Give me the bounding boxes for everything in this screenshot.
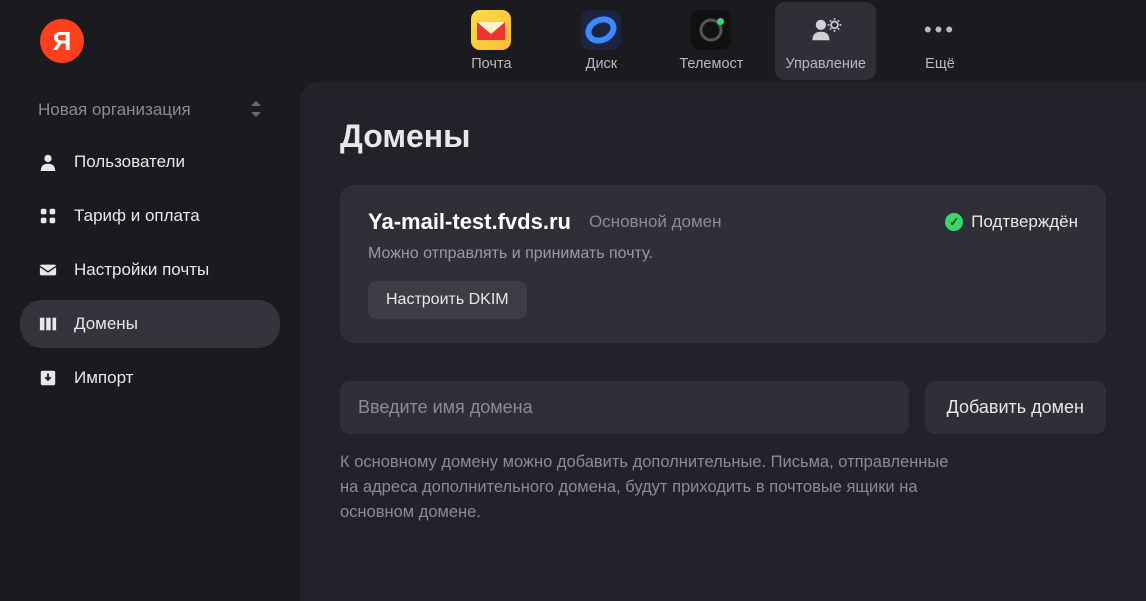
- disk-icon: [581, 10, 621, 50]
- sort-icon: [250, 101, 262, 120]
- sidebar-item-label: Тариф и оплата: [74, 206, 200, 226]
- sidebar-item-users[interactable]: Пользователи: [20, 138, 280, 186]
- sidebar-item-label: Пользователи: [74, 152, 185, 172]
- grid-icon: [38, 206, 58, 226]
- sidebar-item-import[interactable]: Импорт: [20, 354, 280, 402]
- domain-status: Подтверждён: [945, 212, 1078, 232]
- nav-apps: Почта Диск Телемост Управление ••• Ещё: [445, 2, 986, 80]
- sidebar-item-label: Домены: [74, 314, 138, 334]
- mail-icon: [471, 10, 511, 50]
- nav-more[interactable]: ••• Ещё: [894, 2, 986, 80]
- telemost-icon: [691, 10, 731, 50]
- domain-name: Ya-mail-test.fvds.ru: [368, 209, 571, 235]
- domain-card: Ya-mail-test.fvds.ru Основной домен Подт…: [340, 185, 1106, 343]
- sidebar: Новая организация Пользователи Тариф и о…: [0, 82, 300, 601]
- org-selector[interactable]: Новая организация: [20, 92, 280, 138]
- nav-mail-label: Почта: [471, 56, 511, 72]
- sidebar-item-tariff[interactable]: Тариф и оплата: [20, 192, 280, 240]
- nav-mail[interactable]: Почта: [445, 2, 537, 80]
- logo-letter: Я: [53, 26, 72, 57]
- domain-head: Ya-mail-test.fvds.ru Основной домен Подт…: [368, 209, 1078, 235]
- nav-disk[interactable]: Диск: [555, 2, 647, 80]
- more-icon: •••: [920, 10, 960, 50]
- sidebar-item-mail-settings[interactable]: Настройки почты: [20, 246, 280, 294]
- envelope-icon: [38, 260, 58, 280]
- sidebar-item-label: Импорт: [74, 368, 133, 388]
- sidebar-item-label: Настройки почты: [74, 260, 209, 280]
- domains-icon: [38, 314, 58, 334]
- add-domain-row: Добавить домен: [340, 381, 1106, 434]
- layout: Новая организация Пользователи Тариф и о…: [0, 82, 1146, 601]
- domain-description: Можно отправлять и принимать почту.: [368, 245, 1078, 263]
- add-domain-hint: К основному домену можно добавить дополн…: [340, 450, 960, 524]
- configure-dkim-button[interactable]: Настроить DKIM: [368, 281, 527, 319]
- domain-status-label: Подтверждён: [971, 212, 1078, 232]
- top-nav: Я Почта Диск Телемост Управление: [0, 0, 1146, 82]
- nav-admin-label: Управление: [785, 56, 866, 72]
- page-title: Домены: [340, 118, 1106, 155]
- yandex-logo[interactable]: Я: [40, 19, 84, 63]
- nav-telemost[interactable]: Телемост: [665, 2, 757, 80]
- nav-admin[interactable]: Управление: [775, 2, 876, 80]
- admin-icon: [806, 10, 846, 50]
- add-domain-button[interactable]: Добавить домен: [925, 381, 1106, 434]
- user-icon: [38, 152, 58, 172]
- nav-disk-label: Диск: [586, 56, 618, 72]
- import-icon: [38, 368, 58, 388]
- nav-telemost-label: Телемост: [679, 56, 743, 72]
- nav-more-label: Ещё: [925, 56, 955, 72]
- domain-primary-badge: Основной домен: [589, 212, 722, 232]
- org-selector-label: Новая организация: [38, 100, 191, 120]
- main-panel: Домены Ya-mail-test.fvds.ru Основной дом…: [300, 82, 1146, 601]
- check-icon: [945, 213, 963, 231]
- sidebar-item-domains[interactable]: Домены: [20, 300, 280, 348]
- domain-name-input[interactable]: [340, 381, 909, 434]
